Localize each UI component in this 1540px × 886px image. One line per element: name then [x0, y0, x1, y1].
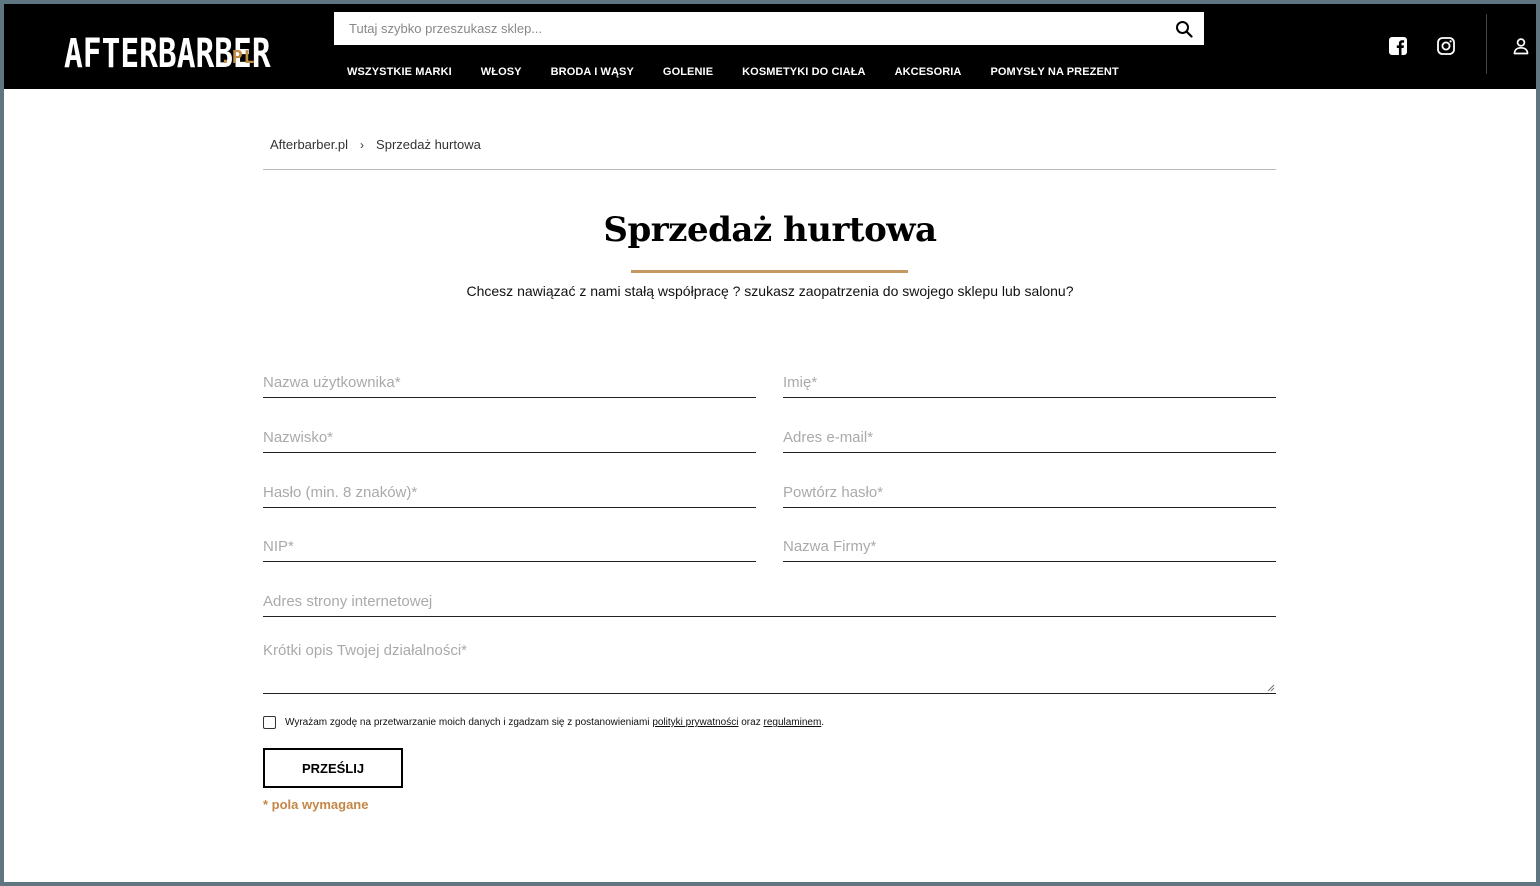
nav-item-accessories[interactable]: AKCESORIA [895, 66, 962, 78]
page-subtitle: Chcesz nawiązać z nami stałą współpracę … [466, 283, 1074, 299]
nip-field-wrap [263, 530, 756, 562]
breadcrumb: Afterbarber.pl › Sprzedaż hurtowa [270, 137, 481, 152]
facebook-icon [1389, 37, 1407, 55]
page-title: Sprzedaż hurtowa [603, 210, 937, 250]
password-repeat-field[interactable] [783, 476, 1276, 507]
search-bar [334, 12, 1204, 45]
username-field[interactable] [263, 366, 756, 397]
privacy-policy-link[interactable]: polityki prywatności [652, 717, 738, 728]
facebook-link[interactable] [1386, 34, 1410, 58]
consent-label: Wyrażam zgodę na przetwarzanie moich dan… [285, 717, 824, 728]
email-field-wrap [783, 421, 1276, 453]
consent-text: Wyrażam zgodę na przetwarzanie moich dan… [285, 717, 650, 728]
website-field-wrap [263, 585, 1276, 617]
logo-suffix: .PL [220, 47, 256, 68]
first-name-field[interactable] [783, 366, 1276, 397]
username-field-wrap [263, 366, 756, 398]
terms-link[interactable]: regulaminem [763, 717, 821, 728]
description-field-wrap [263, 640, 1276, 696]
title-underline [631, 270, 908, 273]
breadcrumb-current: Sprzedaż hurtowa [376, 137, 481, 152]
password-field[interactable] [263, 476, 756, 507]
breadcrumb-divider [263, 169, 1276, 170]
nav-item-shaving[interactable]: GOLENIE [663, 66, 713, 78]
nav-item-all-brands[interactable]: WSZYSTKIE MARKI [347, 66, 452, 78]
first-name-field-wrap [783, 366, 1276, 398]
nav-item-body-cosmetics[interactable]: KOSMETYKI DO CIAŁA [742, 66, 865, 78]
account-link[interactable] [1509, 34, 1533, 58]
password-field-wrap [263, 476, 756, 508]
instagram-icon [1437, 37, 1455, 55]
page-frame: AFTERBARBER .PL WSZYSTKIE MARKI WŁOSY BR… [4, 4, 1536, 882]
website-field[interactable] [263, 585, 1276, 616]
user-icon [1513, 38, 1529, 55]
chevron-right-icon: › [360, 137, 365, 152]
submit-button[interactable]: PRZEŚLIJ [263, 748, 403, 788]
resize-handle-icon[interactable] [1267, 684, 1275, 692]
instagram-link[interactable] [1434, 34, 1458, 58]
consent-row: Wyrażam zgodę na przetwarzanie moich dan… [263, 716, 824, 729]
site-header: AFTERBARBER .PL WSZYSTKIE MARKI WŁOSY BR… [4, 4, 1536, 89]
breadcrumb-home[interactable]: Afterbarber.pl [270, 137, 348, 152]
required-fields-note: * pola wymagane [263, 797, 369, 812]
nip-field[interactable] [263, 530, 756, 561]
description-field[interactable] [263, 640, 1276, 696]
site-logo[interactable]: AFTERBARBER [64, 12, 317, 80]
email-field[interactable] [783, 421, 1276, 452]
nav-item-hair[interactable]: WŁOSY [481, 66, 522, 78]
password-repeat-field-wrap [783, 476, 1276, 508]
last-name-field[interactable] [263, 421, 756, 452]
consent-checkbox[interactable] [263, 716, 276, 729]
consent-and-text: oraz [741, 717, 761, 728]
company-name-field[interactable] [783, 530, 1276, 561]
company-name-field-wrap [783, 530, 1276, 562]
search-input[interactable] [334, 12, 1164, 45]
nav-item-gift-ideas[interactable]: POMYSŁY NA PREZENT [990, 66, 1118, 78]
last-name-field-wrap [263, 421, 756, 453]
main-nav: WSZYSTKIE MARKI WŁOSY BRODA I WĄSY GOLEN… [347, 66, 1148, 78]
nav-item-beard[interactable]: BRODA I WĄSY [551, 66, 634, 78]
consent-suffix: . [821, 717, 825, 728]
search-button[interactable] [1164, 12, 1204, 45]
header-divider [1486, 14, 1487, 74]
search-icon [1176, 20, 1193, 38]
